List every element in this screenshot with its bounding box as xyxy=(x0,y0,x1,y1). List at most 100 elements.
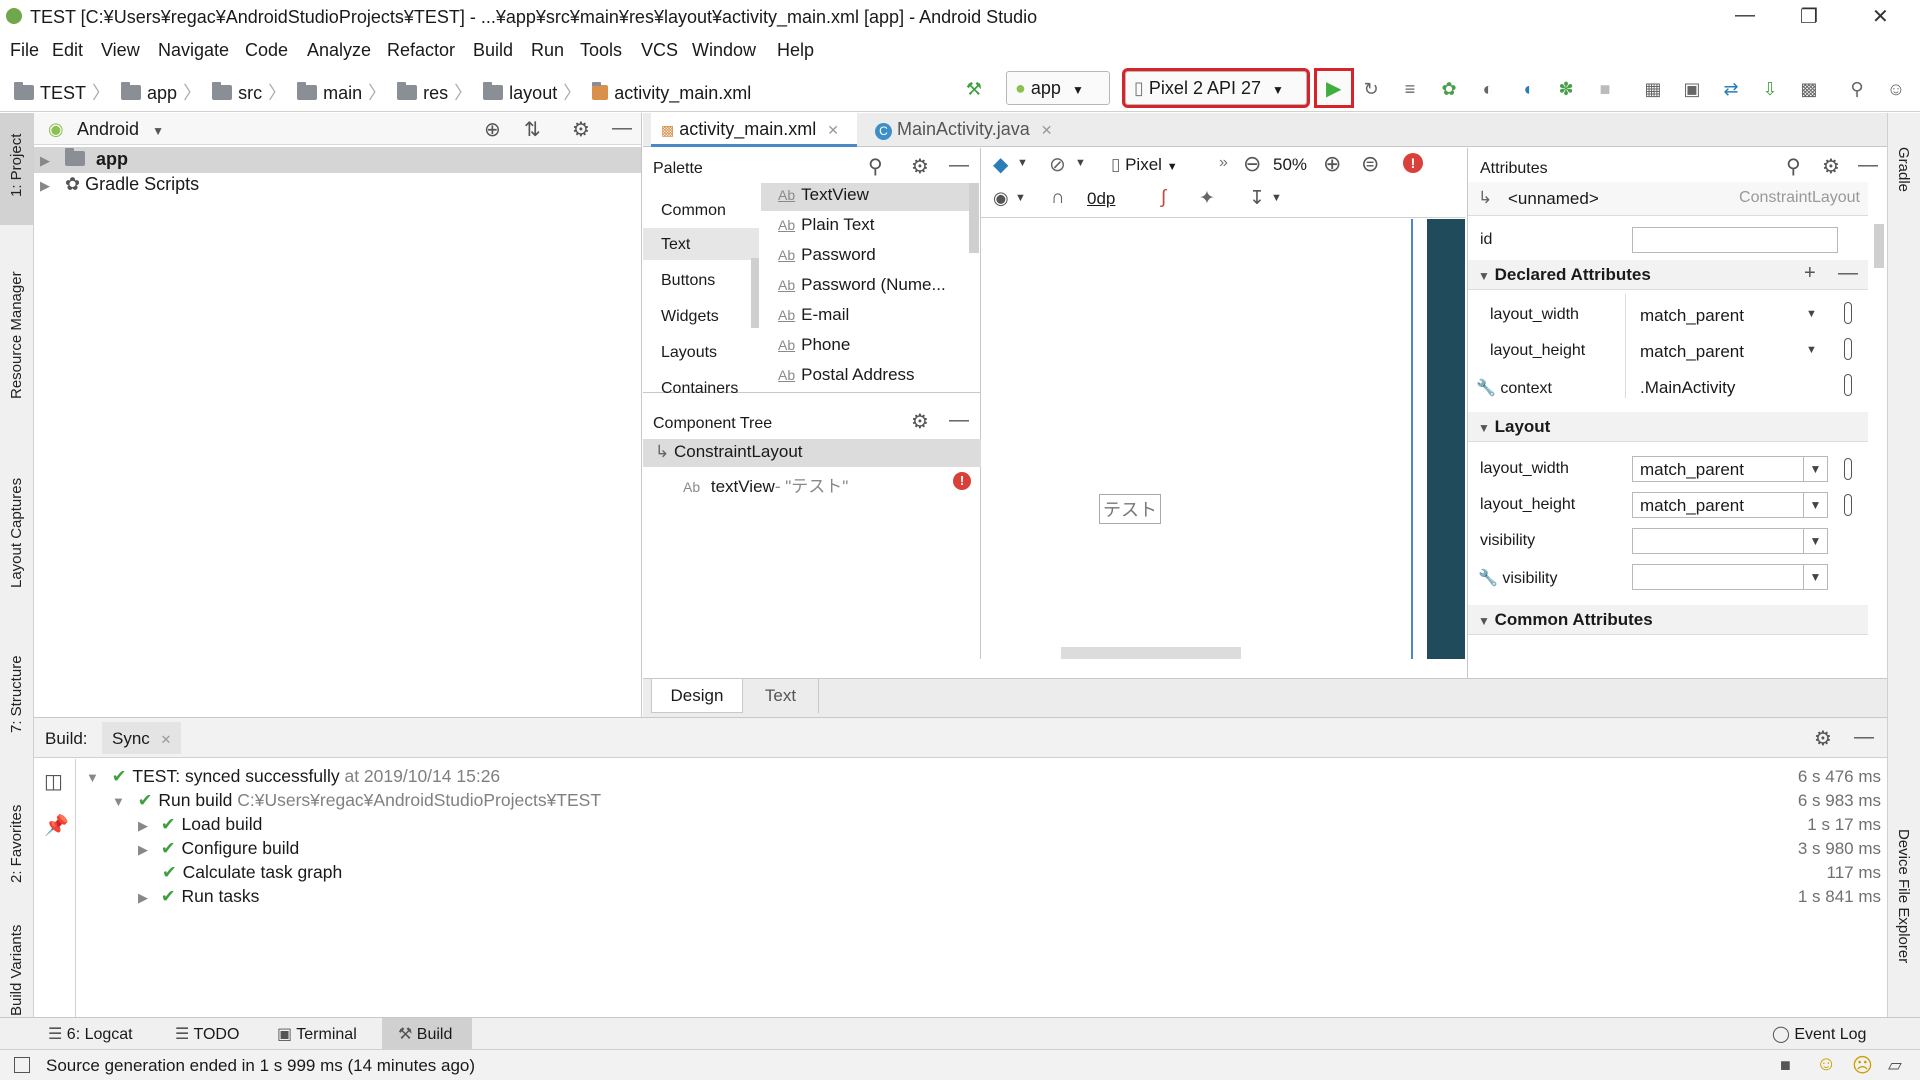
more-icon[interactable]: » xyxy=(1219,154,1228,172)
breadcrumb-item[interactable]: res xyxy=(423,83,448,103)
expand-arrow-icon[interactable]: ▶ xyxy=(40,153,50,168)
tool-tab-terminal[interactable]: ▣ Terminal xyxy=(277,1024,357,1044)
autoconnect-magnet-icon[interactable]: ∩ xyxy=(1051,187,1065,209)
orientation-icon[interactable]: ⊘ xyxy=(1049,152,1066,177)
close-icon[interactable]: ✕ xyxy=(1872,4,1889,29)
breadcrumb-item[interactable]: src xyxy=(238,83,262,103)
user-icon[interactable]: ☺ xyxy=(1885,78,1907,100)
attach-debugger-icon[interactable]: ≡ xyxy=(1399,78,1421,100)
breadcrumb-item[interactable]: activity_main.xml xyxy=(614,83,751,103)
build-line-configure-build[interactable]: ▶ ✔ Configure build xyxy=(138,838,299,859)
menu-refactor[interactable]: Refactor xyxy=(387,40,455,61)
locate-icon[interactable]: ⊕ xyxy=(484,117,501,142)
infer-constraints-icon[interactable]: ✦ xyxy=(1199,187,1215,210)
menu-vcs[interactable]: VCS xyxy=(641,40,678,61)
menu-edit[interactable]: Edit xyxy=(52,40,83,61)
search-icon[interactable]: ⚲ xyxy=(1846,78,1868,100)
tool-tab-layout-captures[interactable]: Layout Captures xyxy=(8,478,25,588)
make-project-hammer-icon[interactable]: ⚒ xyxy=(963,78,985,100)
hide-panel-icon[interactable]: — xyxy=(612,117,632,140)
tool-tab-event-log[interactable]: ◯ Event Log xyxy=(1772,1024,1866,1044)
minimize-icon[interactable]: — xyxy=(1735,4,1755,27)
remove-attribute-icon[interactable]: — xyxy=(1838,262,1858,285)
tree-item-app[interactable]: ▶ app xyxy=(40,148,128,170)
breadcrumb-item[interactable]: TEST xyxy=(40,83,86,103)
hide-panel-icon[interactable]: — xyxy=(949,409,969,432)
section-common-attributes[interactable]: ▼ Common Attributes xyxy=(1468,605,1868,635)
design-canvas-textview[interactable]: テスト xyxy=(1099,494,1161,524)
gear-icon[interactable]: ⚙ xyxy=(911,154,929,179)
design-mode-layers-icon[interactable]: ◆ xyxy=(993,152,1008,177)
tree-item-gradle-scripts[interactable]: ▶ ✿ Gradle Scripts xyxy=(40,174,199,195)
pin-icon[interactable]: 📌 xyxy=(44,813,69,838)
expand-arrow-icon[interactable]: ▶ xyxy=(138,890,148,905)
tab-sync[interactable]: Sync ✕ xyxy=(102,722,182,754)
default-margin[interactable]: 0dp xyxy=(1087,189,1115,209)
gear-icon[interactable]: ⚙ xyxy=(572,117,590,142)
palette-item-textview[interactable]: Ab TextView xyxy=(778,185,869,205)
menu-analyze[interactable]: Analyze xyxy=(307,40,371,61)
search-icon[interactable]: ⚲ xyxy=(1786,154,1801,179)
section-layout[interactable]: ▼ Layout xyxy=(1468,412,1868,442)
declared-attr-value[interactable]: match_parent xyxy=(1640,342,1744,362)
tool-tab-logcat[interactable]: ☰ 6: Logcat xyxy=(48,1024,133,1044)
eye-icon[interactable]: ◉ xyxy=(993,188,1009,209)
device-selector-dropdown[interactable]: ▯ Pixel 2 API 27 ▼ xyxy=(1122,68,1310,108)
menu-file[interactable]: File xyxy=(10,40,39,61)
tool-tab-build[interactable]: ⚒ Build xyxy=(398,1024,452,1044)
hide-panel-icon[interactable]: — xyxy=(1858,154,1878,177)
attr-reference-icon[interactable] xyxy=(1844,458,1852,480)
collapse-all-icon[interactable]: ⇅ xyxy=(524,117,541,142)
menu-tools[interactable]: Tools xyxy=(580,40,622,61)
expand-arrow-icon[interactable]: ▼ xyxy=(112,794,125,809)
tool-tab-gradle[interactable]: Gradle xyxy=(1895,147,1912,192)
clear-constraints-icon[interactable]: ∫ xyxy=(1161,187,1166,209)
memory-indicator-icon[interactable]: ▱ xyxy=(1888,1055,1902,1076)
error-icon[interactable]: ! xyxy=(1403,153,1423,173)
gear-icon[interactable]: ⚙ xyxy=(911,409,929,434)
chevron-down-icon[interactable]: ▼ xyxy=(1015,192,1026,204)
design-canvas[interactable]: テスト xyxy=(981,219,1465,659)
chevron-down-icon[interactable]: ▼ xyxy=(1271,192,1282,204)
sad-face-icon[interactable]: ☹ xyxy=(1852,1053,1873,1078)
chevron-down-icon[interactable]: ▼ xyxy=(1804,564,1828,590)
device-dropdown[interactable]: ▯ Pixel ▼ xyxy=(1111,155,1178,175)
palette-category-layouts[interactable]: Layouts xyxy=(661,344,717,362)
chevron-down-icon[interactable]: ▼ xyxy=(1804,456,1828,482)
attr-reference-icon[interactable] xyxy=(1844,494,1852,516)
menu-navigate[interactable]: Navigate xyxy=(158,40,229,61)
layout-attr-value[interactable] xyxy=(1632,528,1804,554)
chevron-down-icon[interactable]: ▼ xyxy=(1806,308,1817,320)
tool-tab-device-file-explorer[interactable]: Device File Explorer xyxy=(1895,829,1912,963)
palette-items-scrollbar[interactable] xyxy=(969,183,979,253)
palette-category-widgets[interactable]: Widgets xyxy=(661,308,719,326)
build-line-load-build[interactable]: ▶ ✔ Load build xyxy=(138,814,262,835)
canvas-horizontal-scrollbar[interactable] xyxy=(1061,647,1241,659)
expand-arrow-icon[interactable]: ▶ xyxy=(138,842,148,857)
expand-arrow-icon[interactable]: ▶ xyxy=(138,818,148,833)
layout-inspector-icon[interactable]: ▩ xyxy=(1798,78,1820,100)
tool-tab-favorites[interactable]: 2: Favorites xyxy=(8,805,25,883)
palette-item-postal-address[interactable]: Ab Postal Address xyxy=(778,365,915,385)
attr-id-input[interactable] xyxy=(1632,227,1838,253)
chevron-down-icon[interactable]: ▼ xyxy=(1075,157,1086,169)
layout-attr-value[interactable]: match_parent xyxy=(1632,456,1804,482)
tab-activity-main[interactable]: ▩ activity_main.xml ✕ xyxy=(651,113,857,147)
palette-item-password-numeric[interactable]: Ab Password (Nume... xyxy=(778,275,946,295)
build-line-root[interactable]: ▼ ✔ TEST: synced successfully at 2019/10/… xyxy=(86,766,500,787)
menu-run[interactable]: Run xyxy=(531,40,564,61)
breadcrumb-item[interactable]: layout xyxy=(509,83,557,103)
stop-icon[interactable]: ■ xyxy=(1594,78,1616,100)
attr-reference-icon[interactable] xyxy=(1844,302,1852,324)
profile-icon[interactable]: ◖ xyxy=(1516,78,1538,100)
sdk-manager-icon[interactable]: ⇩ xyxy=(1759,78,1781,100)
build-line-calculate-task-graph[interactable]: ✔ Calculate task graph xyxy=(162,862,342,883)
tab-main-activity[interactable]: C MainActivity.java ✕ xyxy=(865,113,1097,147)
palette-category-text[interactable]: Text xyxy=(661,236,690,254)
chevron-down-icon[interactable]: ▼ xyxy=(1806,344,1817,356)
breadcrumb-item[interactable]: app xyxy=(147,83,177,103)
chevron-down-icon[interactable]: ▼ xyxy=(1804,492,1828,518)
attr-reference-icon[interactable] xyxy=(1844,374,1852,396)
declared-attr-value[interactable]: .MainActivity xyxy=(1640,378,1735,398)
add-attribute-icon[interactable]: + xyxy=(1804,262,1816,285)
